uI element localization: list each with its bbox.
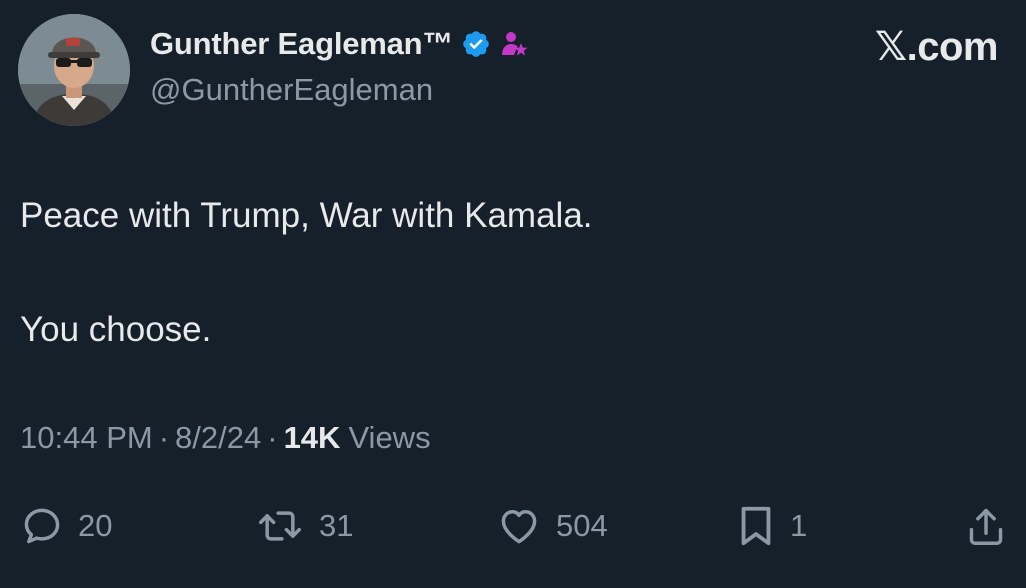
meta-separator: · <box>267 420 278 455</box>
reply-count: 20 <box>78 508 113 543</box>
share-icon <box>969 508 1003 545</box>
bookmark-icon <box>741 506 771 546</box>
tweet-text: Peace with Trump, War with Kamala. You c… <box>20 188 1000 358</box>
author-display-name[interactable]: Gunther Eagleman™ <box>150 26 453 62</box>
affiliate-badge-icon[interactable] <box>499 29 529 59</box>
avatar[interactable] <box>18 14 130 126</box>
tweet-paragraph: Peace with Trump, War with Kamala. <box>20 196 593 235</box>
retweet-icon <box>259 511 301 541</box>
tweet-time[interactable]: 10:44 PM <box>20 420 153 456</box>
bookmark-count: 1 <box>790 508 808 543</box>
heart-icon <box>501 509 537 544</box>
tweet-meta: 10:44 PM · 8/2/24 · 14K Views <box>20 420 431 456</box>
tweet-date[interactable]: 8/2/24 <box>175 420 261 456</box>
x-logo: 𝕏.com <box>874 25 999 69</box>
like-button[interactable]: 504 <box>496 496 608 556</box>
like-count: 504 <box>556 508 608 543</box>
tweet-card: Gunther Eagleman™ @GuntherEagleman 𝕏.com… <box>0 0 1026 588</box>
views-label: Views <box>348 420 431 455</box>
reply-icon <box>24 508 60 544</box>
tweet-paragraph: You choose. <box>20 310 212 349</box>
retweet-count: 31 <box>319 508 354 543</box>
author-name-row: Gunther Eagleman™ <box>150 24 529 64</box>
meta-separator: · <box>158 420 170 455</box>
share-button[interactable] <box>966 496 1006 556</box>
avatar-photo <box>18 14 130 126</box>
views-count[interactable]: 14K <box>284 420 341 456</box>
retweet-button[interactable]: 31 <box>255 496 353 556</box>
bookmark-button[interactable]: 1 <box>736 496 807 556</box>
author-handle[interactable]: @GuntherEagleman <box>150 72 433 108</box>
reply-button[interactable]: 20 <box>20 496 112 556</box>
action-bar: 20 31 504 1 <box>0 496 1026 556</box>
verified-badge-icon[interactable] <box>461 29 491 59</box>
